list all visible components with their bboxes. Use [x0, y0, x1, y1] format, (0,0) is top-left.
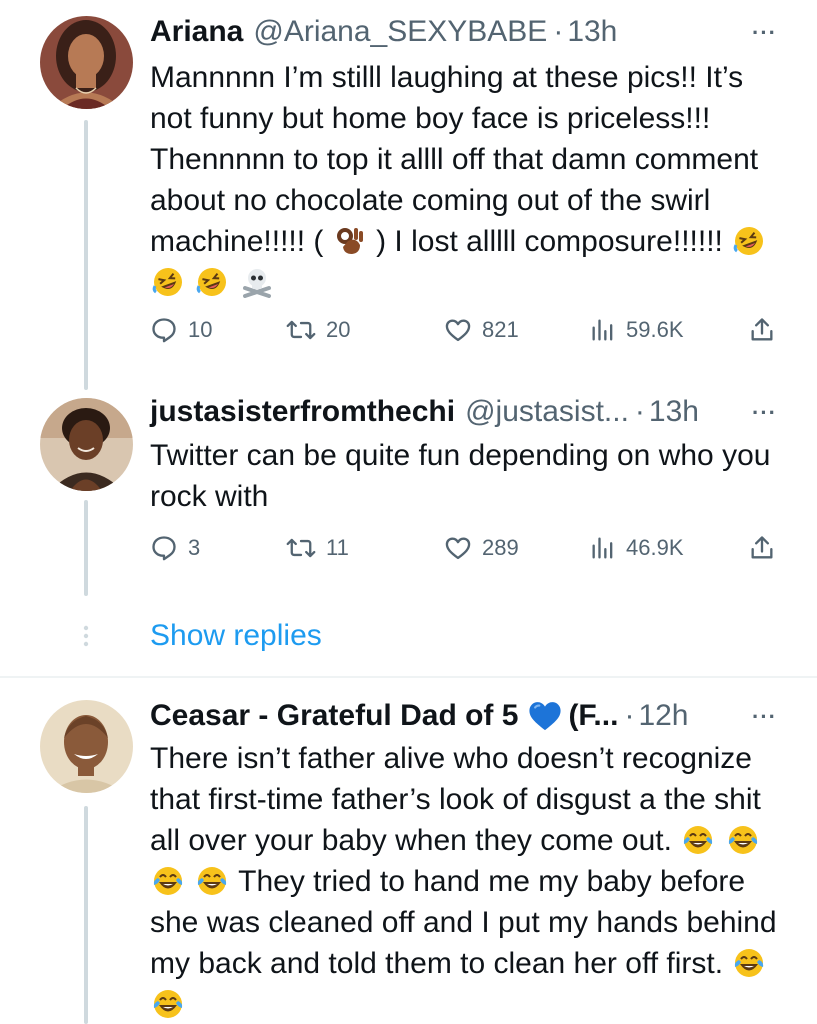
rofl-emoji: [733, 225, 765, 257]
separator: ·: [624, 699, 635, 732]
views-icon: [592, 537, 613, 559]
tweet-header: Ceasar - Grateful Dad of 5 (F... · 12h ·…: [150, 696, 777, 736]
more-options-icon[interactable]: ···: [752, 18, 777, 46]
reply-icon: [152, 318, 176, 343]
timestamp[interactable]: 13h: [567, 15, 617, 49]
tweet-text: Twitter can be quite fun depending on wh…: [150, 439, 771, 513]
like-count: 821: [482, 317, 519, 342]
share-icon: [751, 536, 773, 559]
share-button[interactable]: [748, 312, 776, 348]
avatar[interactable]: [40, 16, 133, 109]
tears-of-joy-emoji: [152, 865, 184, 897]
tweet-text: There isn’t father alive who doesn’t rec…: [150, 738, 777, 1024]
user-handle[interactable]: @justasist...: [465, 395, 629, 429]
tears-of-joy-emoji: [196, 865, 228, 897]
display-name[interactable]: Ariana: [150, 15, 243, 49]
share-button[interactable]: [748, 530, 776, 566]
tweet-ariana[interactable]: Ariana @Ariana_SEXYBABE · 13h ··· Mannnn…: [0, 0, 817, 390]
reply-icon: [152, 536, 176, 561]
like-button[interactable]: 289: [444, 530, 519, 566]
like-count: 289: [482, 535, 519, 560]
blue-heart-emoji: [528, 700, 562, 732]
retweet-icon: [286, 320, 316, 340]
tweet-actions: 10 20 821 59.6K: [150, 312, 777, 348]
reply-feed: Ariana @Ariana_SEXYBABE · 13h ··· Mannnn…: [0, 0, 817, 1024]
retweet-count: 20: [326, 317, 351, 342]
separator: ·: [553, 15, 564, 48]
tears-of-joy-emoji: [727, 824, 759, 856]
reply-button[interactable]: 3: [150, 530, 200, 566]
reply-button[interactable]: 10: [150, 312, 212, 348]
tweet-text: Mannnnn I’m stilll laughing at these pic…: [150, 57, 777, 303]
retweet-count: 11: [326, 535, 349, 560]
retweet-icon: [286, 538, 316, 558]
avatar[interactable]: [40, 700, 133, 793]
reply-count: 3: [188, 535, 201, 560]
rofl-emoji: [152, 266, 184, 298]
views-count: 59.6K: [626, 317, 684, 342]
views-count: 46.9K: [626, 535, 684, 560]
timestamp[interactable]: 12h: [638, 699, 688, 733]
more-options-icon[interactable]: ···: [752, 702, 777, 730]
tweet-actions: 3 11 289 46.9K: [150, 530, 777, 566]
skull-crossbones-emoji: [241, 266, 273, 298]
more-options-icon[interactable]: ···: [752, 398, 777, 426]
share-icon: [751, 318, 773, 341]
user-handle[interactable]: @Ariana_SEXYBABE: [253, 15, 547, 49]
views-button[interactable]: 46.9K: [590, 530, 684, 566]
display-name-suffix[interactable]: (F...: [568, 699, 618, 733]
tears-of-joy-emoji: [733, 947, 765, 979]
thread-line: [84, 500, 88, 596]
like-button[interactable]: 821: [444, 312, 519, 348]
heart-icon: [445, 537, 471, 560]
show-replies-link[interactable]: Show replies: [150, 616, 322, 656]
avatar[interactable]: [40, 398, 133, 491]
display-name[interactable]: justasisterfromthechi: [150, 395, 455, 429]
thread-line: [84, 120, 88, 390]
views-button[interactable]: 59.6K: [590, 312, 684, 348]
display-name[interactable]: Ceasar - Grateful Dad of 5: [150, 699, 518, 733]
tweet-header: justasisterfromthechi @justasist... · 13…: [150, 392, 777, 432]
retweet-button[interactable]: 20: [286, 312, 350, 348]
thread-line: [84, 806, 88, 1024]
tweet-ceasar[interactable]: Ceasar - Grateful Dad of 5 (F... · 12h ·…: [0, 678, 817, 1024]
tweet-text-part: ) I lost alllll composure!!!!!!: [376, 225, 723, 258]
tears-of-joy-emoji: [682, 824, 714, 856]
tweet-justasister[interactable]: justasisterfromthechi @justasist... · 13…: [0, 390, 817, 676]
more-replies-dots-icon: [83, 625, 89, 647]
tears-of-joy-emoji: [152, 988, 184, 1020]
rofl-emoji: [196, 266, 228, 298]
reply-count: 10: [188, 317, 213, 342]
tweet-header: Ariana @Ariana_SEXYBABE · 13h ···: [150, 12, 777, 52]
tweet-text-part: There isn’t father alive who doesn’t rec…: [150, 742, 761, 857]
ok-hand-dark-emoji: [334, 225, 366, 257]
tweet-text-part: They tried to hand me my baby before she…: [150, 865, 777, 980]
retweet-button[interactable]: 11: [286, 530, 349, 566]
separator: ·: [634, 395, 645, 428]
views-icon: [592, 319, 613, 341]
heart-icon: [445, 319, 471, 342]
timestamp[interactable]: 13h: [649, 395, 699, 429]
